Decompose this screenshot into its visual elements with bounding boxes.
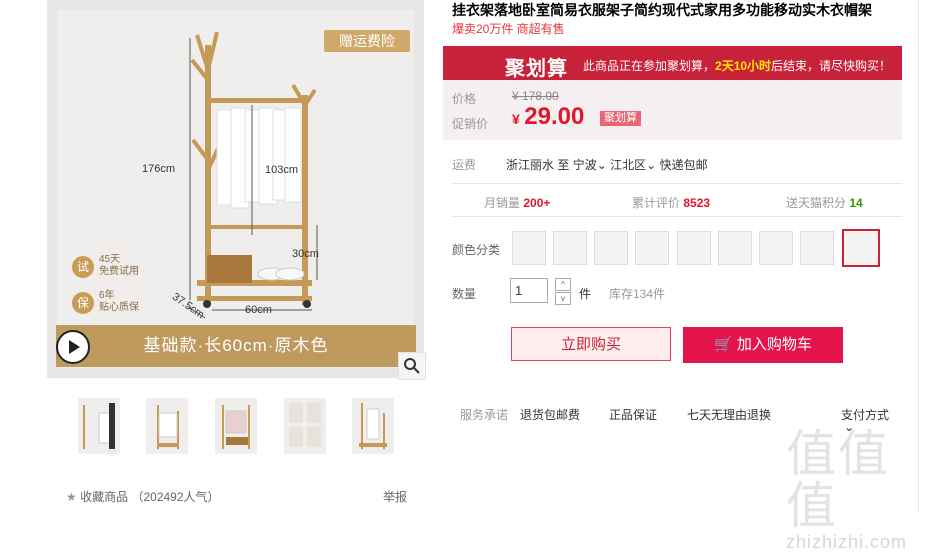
quantity-increase-button[interactable]: ^ <box>555 278 571 291</box>
dim-shelf-height: 30cm <box>292 248 319 260</box>
warranty-line1: 6年 <box>99 290 115 301</box>
divider <box>452 216 902 217</box>
points-value: 14 <box>849 196 863 210</box>
juhuasuan-logo: 聚划算 <box>505 58 568 80</box>
trial-icon: 试 <box>72 256 94 278</box>
warranty-line2: 贴心质保 <box>99 302 139 313</box>
dim-width: 60cm <box>245 304 272 316</box>
quantity-unit: 件 <box>579 287 592 301</box>
stock-text: 库存134件 <box>609 287 666 301</box>
notice-suffix: 后结束，请尽快购买！ <box>771 59 892 73</box>
trial-line1: 45天 <box>99 254 121 265</box>
gift-badge: 赠运费险 <box>324 30 410 52</box>
color-swatch[interactable] <box>635 231 669 265</box>
orig-price-label: 价格 <box>452 92 477 106</box>
watermark-logo-char: 值 <box>838 426 890 482</box>
district-name: 江北区 <box>610 158 647 172</box>
currency-symbol: ¥ <box>512 111 520 127</box>
shipping-from: 浙江丽水 <box>506 158 555 172</box>
monthly-sales-value: 200+ <box>523 196 551 210</box>
thumbnail[interactable] <box>284 398 326 454</box>
main-product-image[interactable]: 176cm 103cm 30cm 60cm 37.5cm 赠运费险 <box>47 0 424 378</box>
star-icon: ★ <box>66 490 77 504</box>
product-title: 挂衣架落地卧室简易衣服架子简约现代式家用多功能移动实木衣帽架 <box>452 2 872 18</box>
color-swatch[interactable] <box>512 231 546 265</box>
color-swatch[interactable] <box>553 231 587 265</box>
service-item[interactable]: 退货包邮费 <box>520 406 580 423</box>
shipping-district-select[interactable]: 江北区⌄ <box>610 158 656 172</box>
shipping-fee: 快递包邮 <box>659 158 708 172</box>
chevron-down-icon: ⌄ <box>596 158 607 172</box>
monthly-sales: 月销量 200+ <box>484 194 550 211</box>
quantity-label: 数量 <box>452 287 477 301</box>
color-swatch-selected[interactable] <box>842 229 880 267</box>
warranty-icon: 保 <box>72 292 94 314</box>
promo-price-label: 促销价 <box>452 117 489 131</box>
trial-badge-text: 45天 免费试用 <box>99 254 139 278</box>
tmall-points: 送天猫积分 14 <box>786 194 863 211</box>
thumbnail[interactable] <box>146 398 188 454</box>
warranty-badge-text: 6年 贴心质保 <box>99 290 139 314</box>
watermark-logo-char: 值 <box>786 478 838 534</box>
service-item[interactable]: 正品保证 <box>609 406 657 423</box>
shipping-to-word: 至 <box>557 158 570 172</box>
product-subtitle: 爆卖20万件 商超有售 <box>452 22 565 36</box>
dim-hanger-height: 103cm <box>265 164 299 176</box>
shipping-row: 浙江丽水 至 宁波⌄ 江北区⌄ 快递包邮 <box>506 156 708 173</box>
promo-price-value: 29.00 <box>524 103 585 130</box>
report-link[interactable]: 举报 <box>383 488 407 505</box>
color-swatch[interactable] <box>759 231 793 265</box>
quantity-decrease-button[interactable]: v <box>555 292 571 305</box>
chevron-down-icon: ⌄ <box>646 158 657 172</box>
quantity-input[interactable]: 1 <box>510 278 548 303</box>
shipping-city-select[interactable]: 宁波⌄ <box>573 158 607 172</box>
thumbnail[interactable] <box>78 398 120 454</box>
product-photo-area: 176cm 103cm 30cm 60cm 37.5cm <box>57 10 414 368</box>
color-label: 颜色分类 <box>452 243 501 257</box>
services-label: 服务承诺 <box>460 408 509 422</box>
service-item[interactable]: 七天无理由退换 <box>687 406 771 423</box>
favorite-link[interactable]: ★ 收藏商品 （202492人气） <box>66 488 220 505</box>
favorite-count: （202492人气） <box>131 490 220 504</box>
watermark: 值值值 zhizhizhi.com <box>786 428 937 553</box>
coat-rack-illustration <box>186 31 318 319</box>
zoom-button[interactable] <box>398 352 426 380</box>
thumbnail[interactable] <box>352 398 394 454</box>
juhuasuan-notice: 此商品正在参加聚划算，2天10小时后结束，请尽快购买！ <box>583 57 891 74</box>
shipping-label: 运费 <box>452 158 477 172</box>
add-to-cart-label: 加入购物车 <box>736 336 812 353</box>
promo-price: ¥ 29.00 <box>512 103 584 131</box>
total-reviews[interactable]: 累计评价 8523 <box>632 194 710 211</box>
city-name: 宁波 <box>572 158 597 172</box>
favorite-label: 收藏商品 <box>80 490 129 504</box>
buy-now-button[interactable]: 立即购买 <box>511 327 671 361</box>
cart-icon: 🛒 <box>714 336 733 353</box>
thumbnail[interactable] <box>215 398 257 454</box>
play-video-button[interactable] <box>56 330 90 364</box>
color-swatch[interactable] <box>800 231 834 265</box>
notice-countdown: 2天10小时 <box>715 59 772 73</box>
promo-tag: 聚划算 <box>600 111 641 126</box>
watermark-logo-char: 值 <box>786 426 838 482</box>
color-swatch[interactable] <box>594 231 628 265</box>
divider <box>452 183 902 184</box>
notice-prefix: 此商品正在参加聚划算， <box>583 59 716 73</box>
image-caption: 基础款·长60cm·原木色 <box>56 325 416 367</box>
magnifier-icon <box>404 358 420 374</box>
dim-height: 176cm <box>142 163 176 175</box>
points-label: 送天猫积分 <box>786 196 847 210</box>
trial-line2: 免费试用 <box>99 266 139 277</box>
color-swatch[interactable] <box>677 231 711 265</box>
reviews-value: 8523 <box>683 196 711 210</box>
reviews-label: 累计评价 <box>632 196 681 210</box>
orig-price: ¥ 178.00 <box>512 89 559 103</box>
monthly-sales-label: 月销量 <box>484 196 521 210</box>
color-swatch[interactable] <box>718 231 752 265</box>
add-to-cart-button[interactable]: 🛒 加入购物车 <box>683 327 843 363</box>
watermark-domain: zhizhizhi.com <box>786 532 908 552</box>
